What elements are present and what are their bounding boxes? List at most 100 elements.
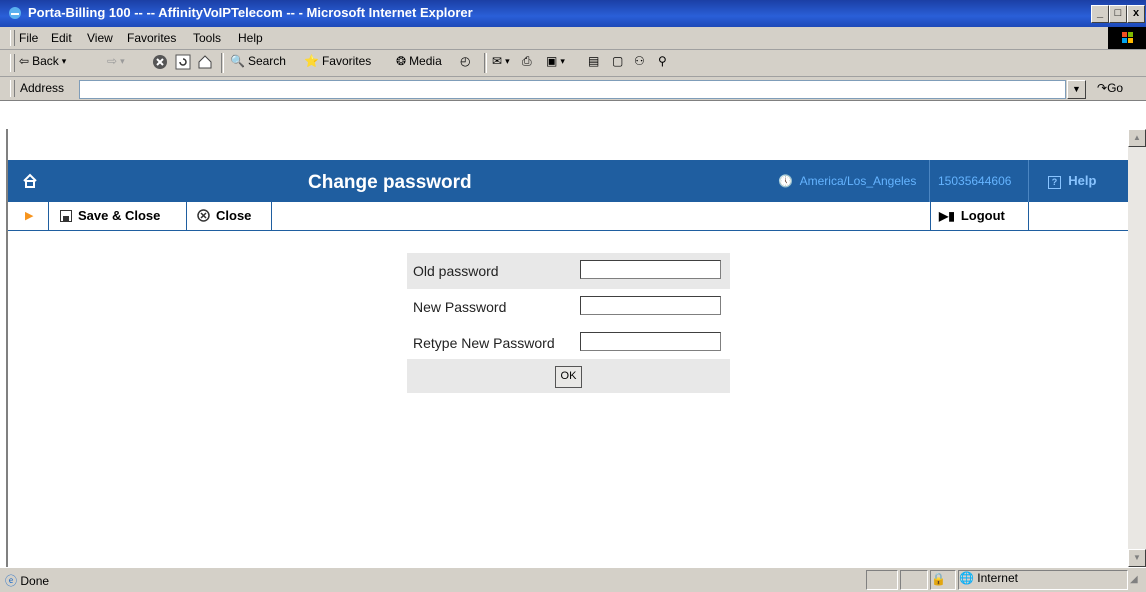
status-text: ⓔ Done <box>5 572 49 589</box>
address-grip <box>10 80 15 97</box>
close-icon <box>197 209 210 222</box>
refresh-button[interactable] <box>175 54 191 70</box>
action-separator <box>930 202 931 230</box>
close-label: Close <box>216 208 252 223</box>
research-button[interactable]: ▢ <box>612 54 623 68</box>
help-icon: ? <box>1048 176 1061 189</box>
header-separator <box>929 160 930 202</box>
go-label: Go <box>1107 81 1124 95</box>
ie-logo-icon <box>9 7 21 19</box>
save-close-button[interactable]: Save & Close <box>60 208 160 223</box>
discuss-button[interactable]: ▤ <box>588 54 599 68</box>
lock-icon: 🔒 <box>931 572 946 586</box>
logout-button[interactable]: ▶▮ Logout <box>939 208 1005 223</box>
messenger-icon: ⚇ <box>634 54 645 68</box>
address-row: Address ▼ ↷Go <box>0 77 1146 101</box>
minimize-button[interactable]: _ <box>1091 5 1109 23</box>
history-icon: ◴ <box>460 54 471 68</box>
mail-dropdown-icon: ▾ <box>505 55 510 66</box>
go-button[interactable]: ↷Go <box>1097 81 1123 95</box>
action-separator <box>271 202 272 230</box>
scroll-up-icon[interactable]: ▲ <box>1128 129 1146 147</box>
menu-tools[interactable]: Tools <box>193 31 221 45</box>
edit-button[interactable]: ▣ ▾ <box>546 54 565 68</box>
close-window-button[interactable]: x <box>1127 5 1145 23</box>
play-arrow-icon[interactable]: ▶ <box>25 209 33 222</box>
media-button[interactable]: ❂ Media <box>396 54 442 68</box>
toolbar-grip <box>10 54 15 72</box>
contacts-button[interactable]: ⚲ <box>658 54 667 68</box>
favorites-icon: ⭐ <box>304 54 319 68</box>
back-dropdown-icon[interactable]: ▾ <box>62 56 67 67</box>
back-button[interactable]: ⇦ Back ▾ <box>19 54 66 68</box>
resize-grip-icon[interactable]: ◢ <box>1130 574 1138 585</box>
user-icon: ⚲ <box>658 54 667 68</box>
mail-button[interactable]: ✉ ▾ <box>492 54 510 68</box>
action-bar: ▶ Save & Close Close ▶▮ Logout <box>8 202 1128 231</box>
vertical-scrollbar[interactable]: ▲ ▼ <box>1128 129 1146 567</box>
old-password-label: Old password <box>413 263 499 279</box>
edit-dropdown-icon: ▾ <box>560 55 565 66</box>
logout-icon: ▶▮ <box>939 208 955 223</box>
timezone-label: America/Los_Angeles <box>799 174 917 188</box>
search-button[interactable]: 🔍 Search <box>230 54 286 68</box>
new-password-row: New Password <box>407 289 730 325</box>
menu-edit[interactable]: Edit <box>51 31 72 45</box>
refresh-icon <box>175 54 191 70</box>
menubar: File Edit View Favorites Tools Help <box>0 27 1146 50</box>
scroll-down-icon[interactable]: ▼ <box>1128 549 1146 567</box>
navigation-row: ⇦ Back ▾ ⇨ ▾ 🔍 Search ⭐ Favorites ❂ Medi… <box>0 50 1146 77</box>
address-label: Address <box>20 81 65 95</box>
retype-password-input[interactable] <box>580 332 721 351</box>
close-button[interactable]: Close <box>197 208 251 223</box>
change-password-form: Old password New Password Retype New Pas… <box>407 253 730 393</box>
account-phone: 15035644606 <box>938 174 1012 188</box>
research-icon: ▢ <box>612 54 624 68</box>
window-title: Porta-Billing 100 -- -- AffinityVoIPTele… <box>28 5 473 20</box>
home-icon <box>198 55 212 69</box>
window-titlebar: Porta-Billing 100 -- -- AffinityVoIPTele… <box>0 0 1146 27</box>
media-label: Media <box>409 54 442 68</box>
timezone-indicator[interactable]: 🕔 America/Los_Angeles <box>778 174 916 188</box>
address-dropdown-icon[interactable]: ▼ <box>1067 80 1086 99</box>
favorites-button[interactable]: ⭐ Favorites <box>304 54 371 68</box>
menu-view[interactable]: View <box>87 31 113 45</box>
stop-icon <box>153 55 167 69</box>
help-label: Help <box>1068 173 1097 188</box>
messenger-button[interactable]: ⚇ <box>634 54 645 68</box>
status-panel <box>866 570 898 590</box>
retype-password-row: Retype New Password <box>407 325 730 361</box>
zone-label: Internet <box>977 571 1018 585</box>
menu-file[interactable]: File <box>19 31 38 45</box>
old-password-input[interactable] <box>580 260 721 279</box>
back-arrow-icon: ⇦ <box>19 54 30 68</box>
menu-favorites[interactable]: Favorites <box>127 31 176 45</box>
action-separator <box>48 202 49 230</box>
toolbar-separator <box>221 53 224 73</box>
windows-logo-icon <box>1108 27 1146 49</box>
header-separator <box>1028 160 1029 202</box>
status-bar: ⓔ Done 🔒 🌐 Internet ◢ <box>0 567 1146 592</box>
discuss-icon: ▤ <box>588 54 600 68</box>
action-separator <box>186 202 187 230</box>
print-button[interactable]: ⎙ <box>522 54 532 69</box>
forward-dropdown-icon[interactable]: ▾ <box>120 56 125 67</box>
retype-password-label: Retype New Password <box>413 335 555 351</box>
home-icon[interactable] <box>22 173 38 189</box>
history-button[interactable]: ◴ <box>460 54 470 68</box>
address-input[interactable] <box>79 80 1066 99</box>
menu-help[interactable]: Help <box>238 31 263 45</box>
help-link[interactable]: ? Help <box>1048 173 1096 189</box>
new-password-label: New Password <box>413 299 507 315</box>
status-panel <box>900 570 928 590</box>
home-button[interactable] <box>197 54 213 70</box>
ok-button[interactable]: OK <box>555 366 582 388</box>
media-icon: ❂ <box>396 54 407 68</box>
maximize-button[interactable]: □ <box>1109 5 1127 23</box>
browser-toolbar: ⇦ Back ▾ ⇨ ▾ 🔍 Search ⭐ Favorites ❂ Medi… <box>0 50 1146 101</box>
search-label: Search <box>247 54 286 68</box>
forward-button[interactable]: ⇨ ▾ <box>107 54 125 68</box>
stop-button[interactable] <box>152 54 168 70</box>
new-password-input[interactable] <box>580 296 721 315</box>
action-separator <box>1028 202 1029 230</box>
